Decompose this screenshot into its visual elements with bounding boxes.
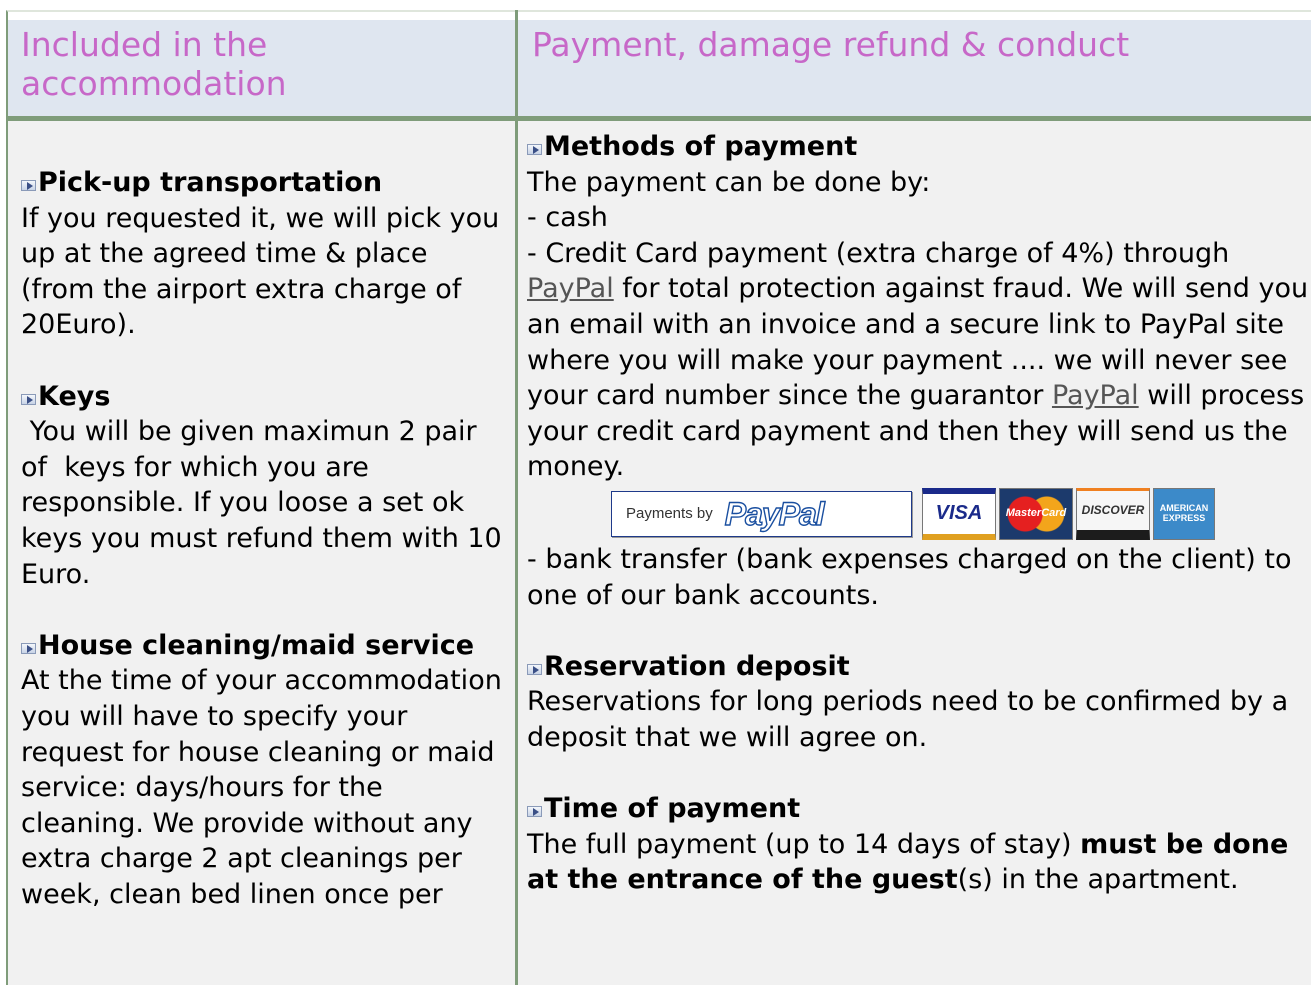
discover-logo: DISCOVER [1076,487,1150,540]
paypal-banner-prefix: Payments by [626,505,713,523]
payment-logos: Payments by PayPal VISA MasterCard DISCO… [611,487,1311,540]
paypal-logo: PayPal [724,495,825,532]
deposit-text: Reservations for long periods need to be… [527,686,1289,753]
methods-intro: The payment can be done by: [527,166,931,198]
section-title-methods: Methods of payment [527,129,1311,165]
section-text-keys: You will be given maximun 2 pair of keys… [21,416,511,590]
methods-bank: - bank transfer (bank expenses charged o… [527,543,1292,611]
card-logos: VISA MasterCard DISCOVER AMERICAN EXPRES… [922,487,1215,540]
mastercard-logo: MasterCard [999,487,1073,540]
included-column: Pick-up transportation If you requested … [8,121,515,985]
section-title-deposit: Reservation deposit [527,649,1311,685]
amex-logo: AMERICAN EXPRESS [1153,487,1215,540]
paypal-link[interactable]: PayPal [527,273,614,304]
header-payment: Payment, damage refund & conduct [518,20,1311,116]
time-text: The full payment (up to 14 days of stay)… [527,828,1289,896]
bullet-arrow-icon [527,663,542,675]
bullet-arrow-icon [21,642,36,654]
bullet-arrow-icon [527,144,542,155]
methods-cash: - cash [527,202,608,234]
section-title-pickup: Pick-up transportation [21,165,505,201]
section-title-keys: Keys [21,379,505,415]
paypal-banner[interactable]: Payments by PayPal [611,490,912,537]
visa-logo: VISA [922,487,996,540]
section-title-time: Time of payment [527,791,1311,827]
section-text-cleaning: At the time of your accommodation you wi… [21,665,502,910]
bullet-arrow-icon [21,180,36,191]
payment-column: Methods of payment The payment can be do… [518,121,1311,985]
bullet-arrow-icon [21,393,36,405]
section-text-pickup: If you requested it, we will pick you up… [21,202,500,341]
bullet-arrow-icon [527,806,542,818]
header-included: Included in the accommodation [8,20,515,116]
section-title-cleaning: House cleaning/maid service [21,628,505,664]
paypal-link[interactable]: PayPal [1052,380,1139,411]
methods-credit-card: - Credit Card payment (extra charge of 4… [527,237,1309,483]
table-header-row: Included in the accommodation Payment, d… [6,12,1311,116]
